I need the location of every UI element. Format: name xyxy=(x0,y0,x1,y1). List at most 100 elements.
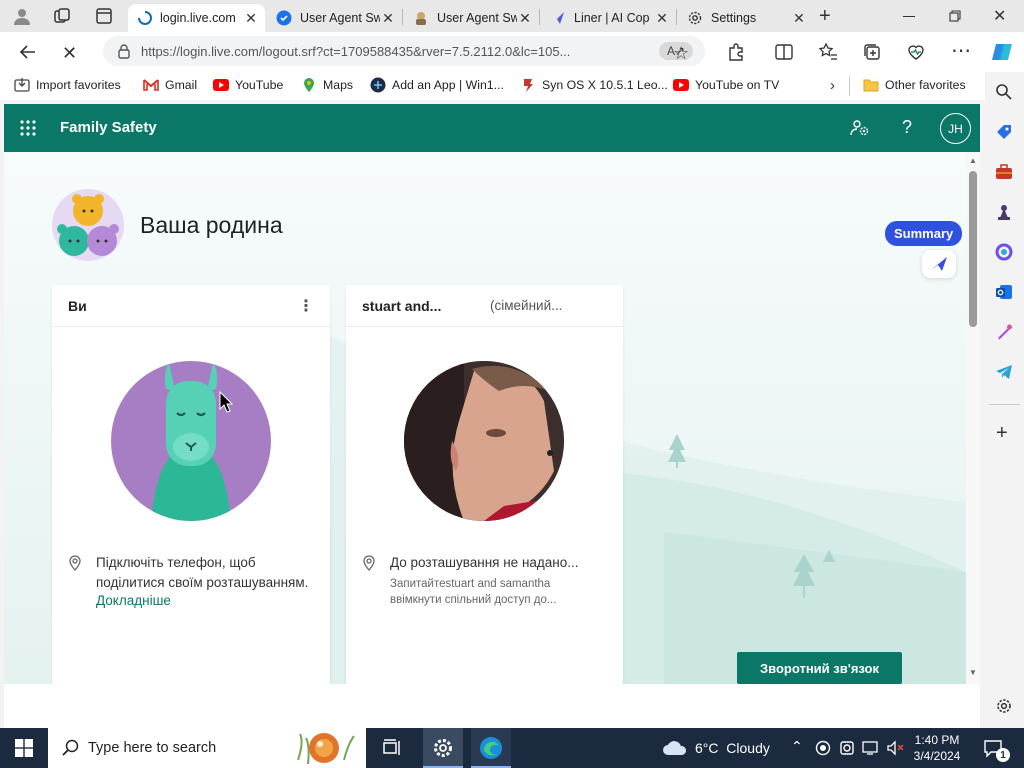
back-button[interactable] xyxy=(18,42,38,62)
profile-icon[interactable] xyxy=(12,6,32,26)
tab-actions-icon[interactable] xyxy=(95,7,113,25)
page-scrollbar[interactable]: ▲ ▼ xyxy=(966,152,980,684)
taskbar-edge-app[interactable] xyxy=(471,728,511,768)
url-text: https://login.live.com/logout.srf?ct=170… xyxy=(141,43,571,59)
close-tab-icon[interactable]: ✕ xyxy=(243,10,259,26)
scrollbar-thumb[interactable] xyxy=(969,171,977,327)
browser-essentials-icon[interactable] xyxy=(906,42,926,62)
tab-liner[interactable]: Liner | AI Cop ✕ xyxy=(540,4,676,32)
close-tab-icon[interactable]: ✕ xyxy=(380,10,396,26)
favorites-icon[interactable] xyxy=(818,42,838,62)
weather-text[interactable]: 6°C Cloudy xyxy=(695,740,770,756)
tab-label: Settings xyxy=(711,11,757,25)
favorite-label: YouTube on TV xyxy=(695,78,780,92)
games-icon[interactable] xyxy=(994,202,1014,222)
feedback-button[interactable]: Зворотний зв'язок xyxy=(737,652,902,684)
tools-icon[interactable] xyxy=(994,162,1014,182)
app-title[interactable]: Family Safety xyxy=(60,119,157,136)
tab-label: login.live.com xyxy=(160,11,236,25)
tab-strip: login.live.com ✕ User Agent Sw ✕ User Ag… xyxy=(0,0,1024,32)
stop-loading-button[interactable]: ✕ xyxy=(62,43,77,64)
volume-muted-icon[interactable] xyxy=(886,740,904,756)
gear-icon xyxy=(432,737,454,759)
member-photo xyxy=(404,361,564,521)
scroll-up-arrow[interactable]: ▲ xyxy=(969,156,977,165)
favorite-import[interactable]: Import favorites xyxy=(14,77,121,93)
more-options-icon[interactable]: ⋮ xyxy=(298,296,314,316)
tab-login-live[interactable]: login.live.com ✕ xyxy=(128,4,265,32)
split-screen-icon[interactable] xyxy=(774,42,794,62)
extensions-icon[interactable] xyxy=(726,42,746,62)
favorite-star-icon[interactable]: ☆ xyxy=(673,43,689,64)
extension-icon xyxy=(413,10,429,26)
lock-icon xyxy=(117,43,131,59)
settings-more-icon[interactable]: ⋯ xyxy=(951,38,972,63)
syn-icon xyxy=(520,77,536,93)
favorite-add-app[interactable]: Add an App | Win1... xyxy=(370,77,504,93)
favorite-label: Maps xyxy=(323,78,354,92)
location-pin-icon xyxy=(362,555,376,571)
favorite-youtube[interactable]: YouTube xyxy=(213,77,283,93)
new-tab-button[interactable]: + xyxy=(819,5,831,28)
close-tab-icon[interactable]: ✕ xyxy=(517,10,533,26)
windows-start-icon[interactable] xyxy=(15,739,33,757)
favorite-youtube-tv[interactable]: YouTube on TV xyxy=(673,77,779,93)
copilot-icon[interactable] xyxy=(990,40,1014,64)
close-tab-icon[interactable]: ✕ xyxy=(791,10,807,26)
gear-icon xyxy=(687,10,703,26)
shopping-icon[interactable] xyxy=(994,122,1014,142)
add-sidebar-app-button[interactable]: + xyxy=(996,422,1008,445)
search-icon[interactable] xyxy=(994,82,1014,102)
app-icon xyxy=(370,77,386,93)
scroll-down-arrow[interactable]: ▼ xyxy=(969,668,977,677)
clock[interactable]: 1:40 PM 3/4/2024 xyxy=(912,732,962,764)
weather-cloud-icon[interactable] xyxy=(662,738,688,756)
sidebar-settings-icon[interactable] xyxy=(994,696,1014,716)
record-icon[interactable] xyxy=(815,740,831,756)
member-card-header: stuart and... (сімейний... xyxy=(346,285,623,327)
close-tab-icon[interactable]: ✕ xyxy=(654,10,670,26)
close-window-button[interactable]: ✕ xyxy=(993,6,1006,26)
tab-label: Liner | AI Cop xyxy=(574,11,650,25)
user-avatar[interactable]: JH xyxy=(940,113,971,144)
network-icon[interactable] xyxy=(862,740,880,756)
designer-icon[interactable] xyxy=(994,322,1014,342)
favorite-label: Import favorites xyxy=(36,78,121,92)
outlook-icon[interactable] xyxy=(994,282,1014,302)
summary-button[interactable]: Summary xyxy=(885,221,963,246)
restore-button[interactable] xyxy=(949,10,961,22)
favorite-maps[interactable]: Maps xyxy=(301,77,353,93)
member-name: Ви xyxy=(68,297,87,314)
tab-user-agent-1[interactable]: User Agent Sw ✕ xyxy=(266,4,402,32)
help-icon[interactable]: ? xyxy=(902,117,912,138)
app-launcher-icon[interactable] xyxy=(20,120,36,136)
taskbar-settings-app[interactable] xyxy=(423,728,463,768)
family-settings-icon[interactable] xyxy=(850,118,870,138)
favorite-other[interactable]: Other favorites xyxy=(863,77,966,93)
location-message: До розташування не надано... xyxy=(390,555,579,570)
member-card-stuart[interactable]: stuart and... (сімейний... До розташуван… xyxy=(346,285,623,684)
tab-user-agent-2[interactable]: User Agent Sw ✕ xyxy=(403,4,539,32)
web-page: Family Safety ? JH Ваша родина Summary В… xyxy=(4,104,980,684)
camera-icon[interactable] xyxy=(839,740,855,756)
tab-settings[interactable]: Settings ✕ xyxy=(677,4,813,32)
tab-label: User Agent Sw xyxy=(300,11,380,25)
address-bar[interactable]: https://login.live.com/logout.srf?ct=170… xyxy=(103,36,705,66)
hidden-icons-chevron[interactable]: ⌃ xyxy=(791,738,803,755)
workspaces-icon[interactable] xyxy=(53,7,71,25)
favorite-syn-os[interactable]: Syn OS X 10.5.1 Leo... xyxy=(520,77,668,93)
learn-more-link[interactable]: Докладніше xyxy=(96,593,171,608)
favorite-label: YouTube xyxy=(235,78,284,92)
favorite-gmail[interactable]: Gmail xyxy=(143,77,197,93)
taskbar-search[interactable]: Type here to search xyxy=(48,728,366,768)
collections-icon[interactable] xyxy=(862,42,882,62)
liner-icon xyxy=(550,10,566,26)
member-card-self[interactable]: Ви ⋮ Підключіть телефон, щоб поділитися … xyxy=(52,285,330,684)
telegram-icon[interactable] xyxy=(994,362,1014,382)
liner-assistant-icon[interactable] xyxy=(922,250,956,278)
member-role: (сімейний... xyxy=(490,298,563,313)
microsoft365-icon[interactable] xyxy=(994,242,1014,262)
task-view-icon[interactable] xyxy=(382,739,402,757)
chevron-right-icon[interactable]: › xyxy=(830,77,835,94)
minimize-button[interactable] xyxy=(903,16,915,17)
